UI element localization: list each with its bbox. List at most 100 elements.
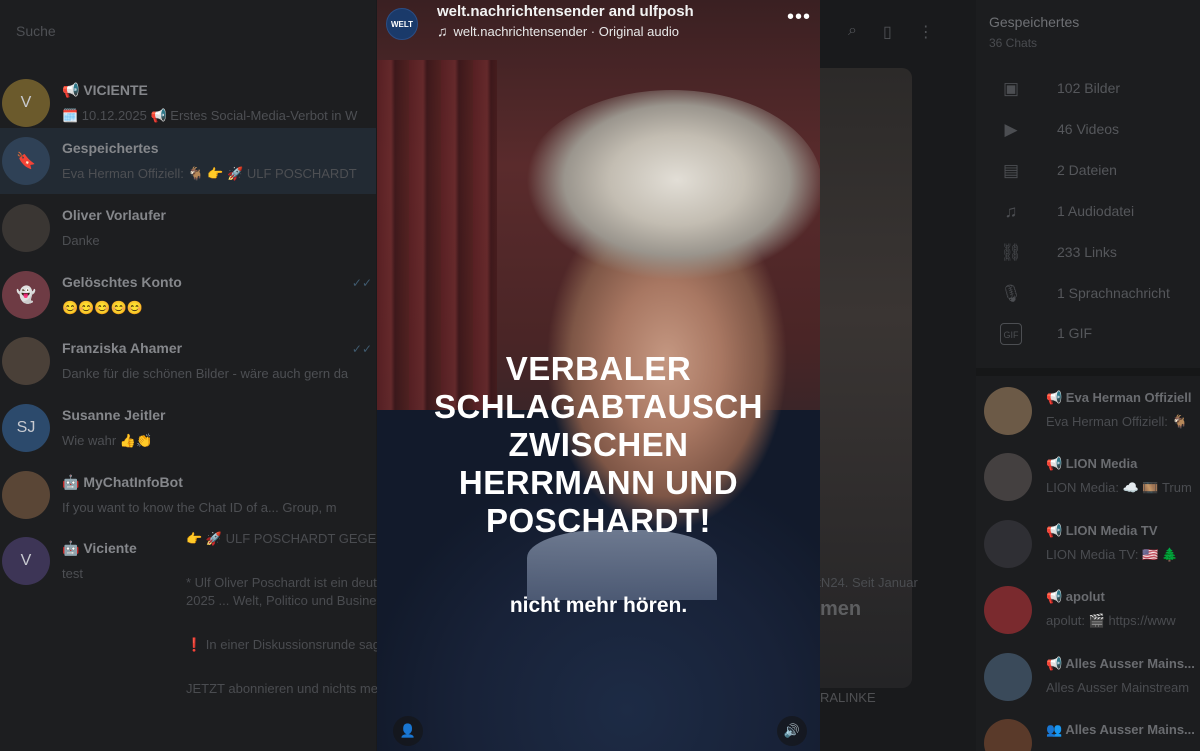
- chat-preview: 🗓️ 10.12.2025 📢 Erstes Social-Media-Verb…: [62, 108, 358, 123]
- channel-preview: LION Media: ☁️ 🎞️ Trum: [1046, 480, 1192, 495]
- shared-media-panel: Gespeichertes 36 Chats ▣ 102 Bilder ▶ 46…: [976, 0, 1200, 751]
- microphone-icon: 🎙: [1000, 284, 1022, 303]
- chat-row-saved-messages[interactable]: 🔖 Gespeichertes Eva Herman Offiziell: 🐐 …: [0, 128, 376, 194]
- media-label: 233 Links: [1057, 244, 1117, 260]
- file-icon: ▤: [1002, 161, 1020, 180]
- audio-label: welt.nachrichtensender · Original audio: [453, 24, 679, 39]
- user-icon[interactable]: 👤: [393, 716, 423, 746]
- chat-name: 🤖 MyChatInfoBot: [62, 474, 183, 490]
- channel-name: 📢 LION Media TV: [1046, 523, 1158, 538]
- chat-row-oliver-vorlaufer[interactable]: Oliver Vorlaufer Danke: [0, 195, 376, 261]
- read-check-icon: ✓✓: [351, 342, 372, 356]
- channel-preview: Alles Ausser Mainstream: [1046, 680, 1190, 695]
- chat-row-mychatinfobot[interactable]: 🤖 MyChatInfoBot If you want to know the …: [0, 462, 376, 528]
- chat-name: Susanne Jeitler: [62, 407, 166, 423]
- avatar: SJ: [2, 404, 50, 452]
- channel-row[interactable]: 📢 Alles Ausser Mains... Alles Ausser Mai…: [976, 644, 1200, 710]
- channel-name: 📢 Eva Herman Offiziell: [1046, 390, 1192, 405]
- chat-row-deleted-account[interactable]: 👻 Gelöschtes Konto 😊😊😊😊😊 ✓✓: [0, 262, 376, 328]
- chat-row-viciente[interactable]: V 📢 VICIENTE 🗓️ 10.12.2025 📢 Erstes Soci…: [0, 70, 376, 136]
- divider: [976, 368, 1200, 376]
- gif-icon: GIF: [1000, 323, 1022, 345]
- chat-header-actions: ⌕ ▯ ⋮: [848, 22, 934, 42]
- video-headline: VERBALER SCHLAGABTAUSCH ZWISCHEN HERRMAN…: [397, 350, 800, 540]
- headline-line: ZWISCHEN: [508, 426, 689, 463]
- channel-name: 👥 Alles Ausser Mains...: [1046, 722, 1195, 737]
- chat-preview: Eva Herman Offiziell: 🐐 👉 🚀 ULF POSCHARD…: [62, 166, 357, 181]
- chat-name: 📢 VICIENTE: [62, 82, 148, 98]
- chat-preview: Danke für die schönen Bilder - wäre auch…: [62, 366, 349, 381]
- speaker-icon[interactable]: 🔊: [777, 716, 807, 746]
- headline-line: SCHLAGABTAUSCH: [433, 388, 764, 425]
- more-horizontal-icon[interactable]: •••: [787, 6, 811, 29]
- media-row-voice[interactable]: 🎙 1 Sprachnachricht: [976, 275, 1200, 315]
- avatar: [2, 337, 50, 385]
- chat-row-franziska-ahamer[interactable]: Franziska Ahamer Danke für die schönen B…: [0, 328, 376, 394]
- avatar: [984, 719, 1032, 751]
- video-frame-hair: [522, 90, 820, 280]
- media-row-gif[interactable]: GIF 1 GIF: [976, 315, 1200, 355]
- channel-preview: Eva Herman Offiziell: 🐐: [1046, 414, 1188, 429]
- avatar: [984, 586, 1032, 634]
- channel-name: 📢 LION Media: [1046, 456, 1138, 471]
- media-label: 102 Bilder: [1057, 80, 1121, 96]
- sidebar-toggle-icon[interactable]: ▯: [883, 22, 892, 42]
- headphones-icon: ♫: [1004, 202, 1018, 221]
- avatar: [984, 387, 1032, 435]
- avatar: [2, 204, 50, 252]
- chat-name: 🤖 Viciente: [62, 540, 137, 556]
- chat-name: Gelöschtes Konto: [62, 274, 182, 290]
- channel-row[interactable]: 📢 apolut apolut: 🎬 https://www: [976, 577, 1200, 643]
- chat-preview: Danke: [62, 233, 100, 248]
- search-input[interactable]: Suche: [0, 12, 376, 50]
- channel-row[interactable]: 📢 LION Media LION Media: ☁️ 🎞️ Trum: [976, 444, 1200, 510]
- music-note-icon: ♫: [437, 23, 448, 39]
- chat-name: Gespeichertes: [62, 140, 159, 156]
- avatar: V: [2, 537, 50, 585]
- account-avatar[interactable]: WELT: [386, 8, 418, 40]
- chat-name: Franziska Ahamer: [62, 340, 183, 356]
- channel-row[interactable]: 📢 Eva Herman Offiziell Eva Herman Offizi…: [976, 378, 1200, 444]
- media-row-images[interactable]: ▣ 102 Bilder: [976, 70, 1200, 110]
- media-label: 1 Sprachnachricht: [1057, 285, 1170, 301]
- media-label: 2 Dateien: [1057, 162, 1117, 178]
- channel-preview: LION Media TV: 🇺🇸 🌲: [1046, 547, 1179, 562]
- image-icon: ▣: [1002, 79, 1020, 98]
- avatar: V: [2, 79, 50, 127]
- link-icon: ⛓: [1000, 243, 1022, 262]
- channel-row[interactable]: 👥 Alles Ausser Mains...: [976, 710, 1200, 751]
- avatar: [984, 653, 1032, 701]
- channel-name: 📢 apolut: [1046, 589, 1105, 604]
- video-icon: ▶: [1004, 120, 1018, 139]
- media-label: 1 Audiodatei: [1057, 203, 1135, 219]
- headline-line: POSCHARDT!: [486, 502, 711, 539]
- chat-preview: Wie wahr 👍👏: [62, 433, 153, 448]
- headline-line: VERBALER: [505, 350, 692, 387]
- media-row-files[interactable]: ▤ 2 Dateien: [976, 152, 1200, 192]
- avatar: [984, 520, 1032, 568]
- chat-preview: 😊😊😊😊😊: [62, 300, 143, 315]
- chat-row-susanne-jeitler[interactable]: SJ Susanne Jeitler Wie wahr 👍👏: [0, 395, 376, 461]
- panel-subtitle: 36 Chats: [989, 36, 1038, 50]
- chat-preview: If you want to know the Chat ID of a... …: [62, 500, 337, 515]
- headline-line: HERRMANN UND: [458, 464, 739, 501]
- avatar: [2, 471, 50, 519]
- read-check-icon: ✓✓: [351, 276, 372, 290]
- account-names[interactable]: welt.nachrichtensender and ulfposh: [437, 3, 694, 20]
- video-subtitle: nicht mehr hören.: [509, 594, 688, 617]
- media-label: 46 Videos: [1057, 121, 1120, 137]
- panel-title: Gespeichertes: [989, 14, 1080, 30]
- search-icon[interactable]: ⌕: [848, 22, 857, 42]
- video-header: WELT welt.nachrichtensender and ulfposh …: [377, 0, 820, 48]
- media-row-links[interactable]: ⛓ 233 Links: [976, 234, 1200, 274]
- more-vertical-icon[interactable]: ⋮: [918, 22, 934, 42]
- chat-name: Oliver Vorlaufer: [62, 207, 167, 223]
- media-row-videos[interactable]: ▶ 46 Videos: [976, 111, 1200, 151]
- media-row-audio[interactable]: ♫ 1 Audiodatei: [976, 193, 1200, 233]
- avatar: [984, 453, 1032, 501]
- video-player[interactable]: WELT welt.nachrichtensender and ulfposh …: [377, 0, 820, 751]
- media-label: 1 GIF: [1057, 325, 1093, 341]
- audio-info[interactable]: ♫ welt.nachrichtensender · Original audio: [437, 23, 679, 39]
- ghost-icon: 👻: [2, 271, 50, 319]
- channel-row[interactable]: 📢 LION Media TV LION Media TV: 🇺🇸 🌲: [976, 511, 1200, 577]
